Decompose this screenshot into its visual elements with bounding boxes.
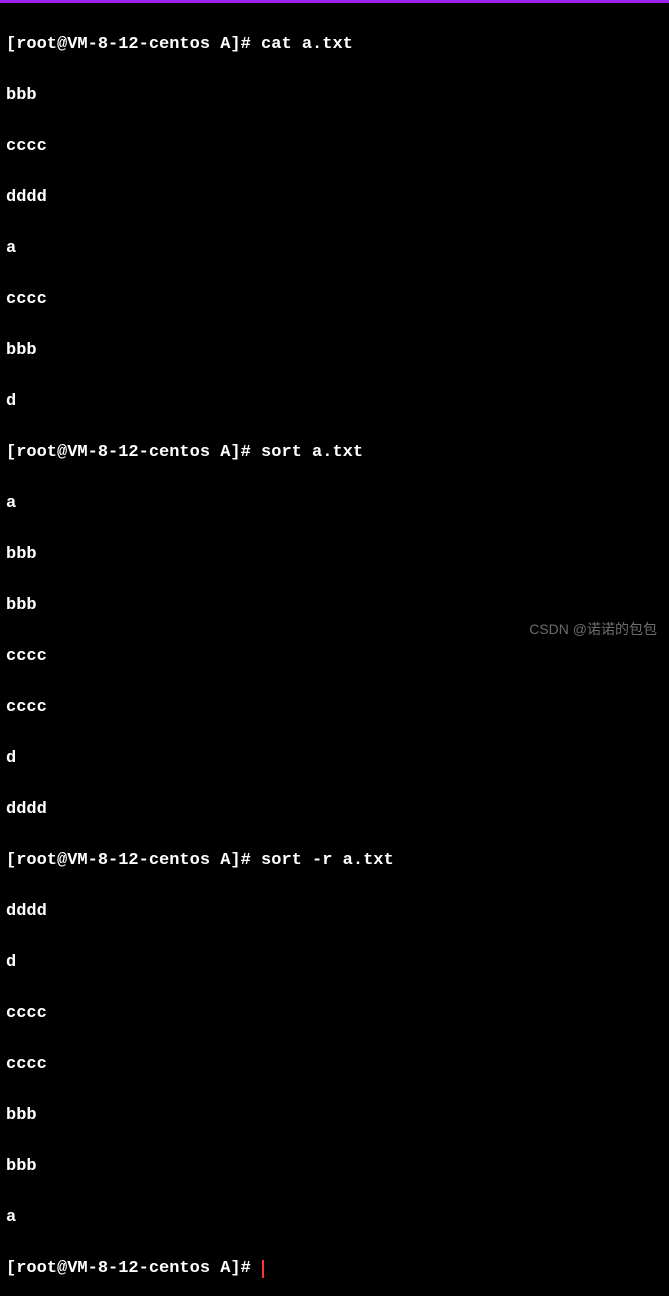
prompt: [root@VM-8-12-centos A]# xyxy=(6,1259,261,1278)
output-line: cccc xyxy=(6,134,663,160)
output-line: cccc xyxy=(6,644,663,670)
prompt: [root@VM-8-12-centos A]# xyxy=(6,35,261,54)
watermark-text: CSDN @诺诺的包包 xyxy=(529,619,657,640)
output-line: d xyxy=(6,746,663,772)
output-line: bbb xyxy=(6,1154,663,1180)
output-line: dddd xyxy=(6,797,663,823)
prompt: [root@VM-8-12-centos A]# xyxy=(6,443,261,462)
terminal-output[interactable]: [root@VM-8-12-centos A]# cat a.txt bbb c… xyxy=(6,4,663,1296)
prompt: [root@VM-8-12-centos A]# xyxy=(6,851,261,870)
command-text: sort -r a.txt xyxy=(261,851,394,870)
output-line: cccc xyxy=(6,287,663,313)
output-line: d xyxy=(6,389,663,415)
prompt-line[interactable]: [root@VM-8-12-centos A]# xyxy=(6,1256,663,1282)
output-line: dddd xyxy=(6,899,663,925)
command-text: cat a.txt xyxy=(261,35,353,54)
output-line: bbb xyxy=(6,1103,663,1129)
output-line: dddd xyxy=(6,185,663,211)
command-text: sort a.txt xyxy=(261,443,363,462)
cursor-icon xyxy=(262,1260,264,1278)
window-top-border xyxy=(0,0,669,3)
output-line: bbb xyxy=(6,542,663,568)
output-line: a xyxy=(6,1205,663,1231)
output-line: cccc xyxy=(6,1001,663,1027)
output-line: bbb xyxy=(6,83,663,109)
prompt-line: [root@VM-8-12-centos A]# sort a.txt xyxy=(6,440,663,466)
output-line: a xyxy=(6,491,663,517)
prompt-line: [root@VM-8-12-centos A]# cat a.txt xyxy=(6,32,663,58)
output-line: a xyxy=(6,236,663,262)
prompt-line: [root@VM-8-12-centos A]# sort -r a.txt xyxy=(6,848,663,874)
output-line: cccc xyxy=(6,1052,663,1078)
output-line: bbb xyxy=(6,338,663,364)
output-line: bbb xyxy=(6,593,663,619)
output-line: d xyxy=(6,950,663,976)
output-line: cccc xyxy=(6,695,663,721)
